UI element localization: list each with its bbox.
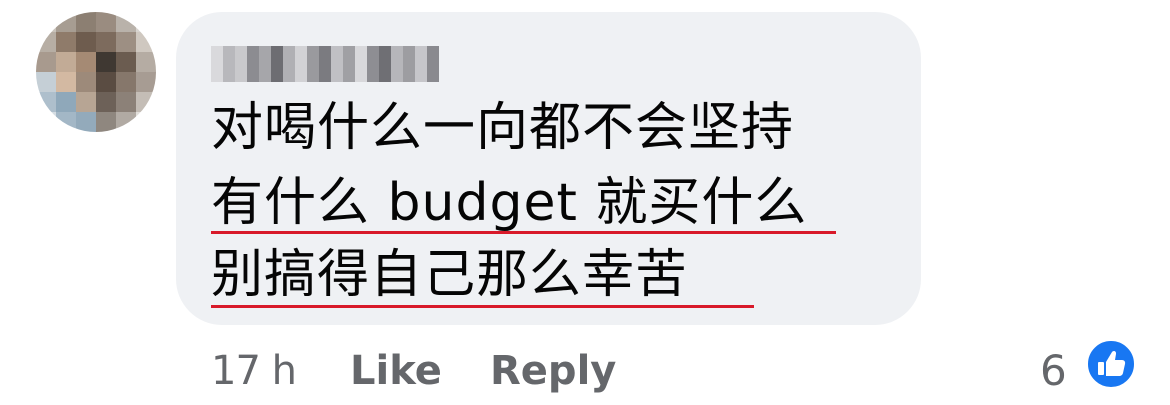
reaction-count[interactable]: 6 (1040, 343, 1067, 399)
commenter-name-redacted[interactable] (211, 46, 439, 82)
comment-text-line: 对喝什么一向都不会坚持 (211, 98, 795, 158)
comment-screenshot: 对喝什么一向都不会坚持 有什么 budget 就买什么 别搞得自己那么幸苦 17… (0, 0, 1170, 405)
red-underline-annotation (211, 305, 754, 308)
avatar[interactable] (36, 12, 156, 132)
like-button[interactable]: Like (350, 343, 442, 399)
reply-button[interactable]: Reply (490, 343, 616, 399)
red-underline-annotation (211, 231, 836, 234)
comment-text-line: 有什么 budget 就买什么 (211, 173, 808, 233)
comment-text-line: 别搞得自己那么幸苦 (211, 245, 689, 305)
thumbs-up-icon[interactable] (1086, 339, 1136, 389)
comment-timestamp[interactable]: 17 h (211, 343, 297, 399)
